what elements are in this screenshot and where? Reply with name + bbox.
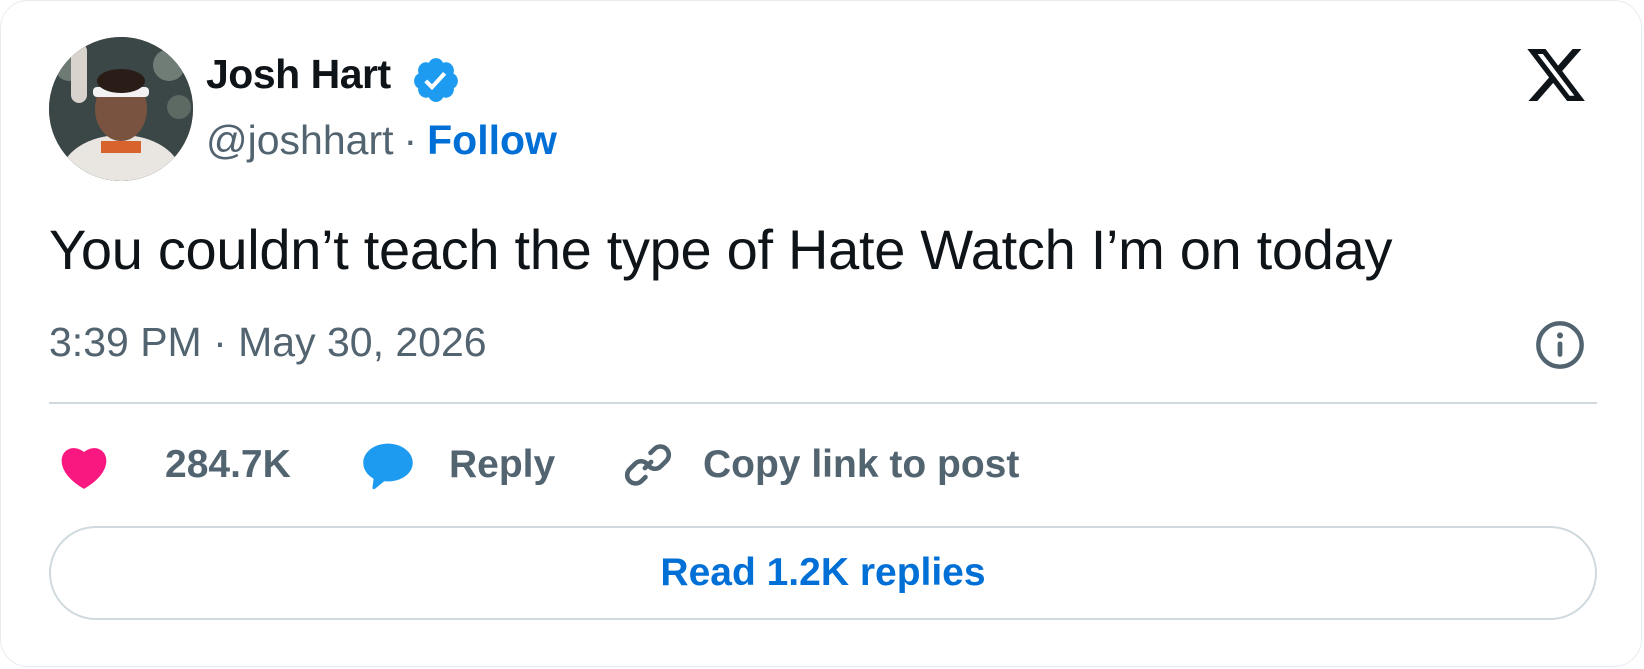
tweet-card: Josh Hart @joshhart · Follow You couldn’t … xyxy=(0,0,1642,667)
copy-link-label: Copy link to post xyxy=(703,443,1020,486)
avatar[interactable] xyxy=(49,37,193,181)
read-replies-button[interactable]: Read 1.2K replies xyxy=(49,526,1597,620)
info-icon[interactable] xyxy=(1534,319,1586,371)
handle[interactable]: @joshhart xyxy=(206,117,393,163)
heart-icon xyxy=(61,448,107,489)
follow-button[interactable]: Follow xyxy=(427,117,557,163)
timestamp[interactable]: 3:39 PM · May 30, 2026 xyxy=(49,319,487,366)
copy-link-button[interactable]: Copy link to post xyxy=(623,433,1019,497)
like-button[interactable]: 284.7K xyxy=(57,433,291,497)
read-replies-label: Read 1.2K replies xyxy=(660,551,986,594)
speech-bubble-icon xyxy=(363,443,413,490)
reply-button[interactable]: Reply xyxy=(361,433,555,497)
verified-badge-icon xyxy=(414,58,458,102)
handle-row: @joshhart · Follow xyxy=(206,117,557,164)
display-name[interactable]: Josh Hart xyxy=(206,51,391,98)
link-icon xyxy=(624,444,672,486)
reply-label: Reply xyxy=(449,443,556,486)
divider xyxy=(49,402,1597,404)
tweet-text: You couldn’t teach the type of Hate Watc… xyxy=(49,218,1393,281)
separator-dot: · xyxy=(403,117,418,163)
like-count: 284.7K xyxy=(165,443,291,486)
avatar-photo xyxy=(49,37,193,181)
x-logo-icon[interactable] xyxy=(1523,43,1589,107)
